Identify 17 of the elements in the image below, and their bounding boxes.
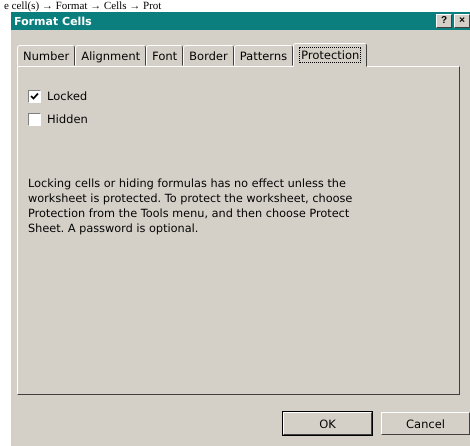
tab[interactable]: Protection [293,43,368,67]
info-text: Locking cells or hiding formulas has no effect unless the worksheet is protected. To protect the worksheet, choose Protection from the Tools menu, and then choose Protect Sheet. A password is optional. [28,176,354,236]
close-button[interactable]: × [454,14,470,28]
checkbox[interactable] [28,112,41,126]
cancel-button[interactable]: Cancel [381,412,470,435]
tab[interactable]: Alignment [75,45,146,66]
window-title: Format Cells [14,14,92,28]
checkbox-label[interactable]: Hidden [47,112,88,126]
tab[interactable]: Font [146,45,184,66]
tab[interactable]: Border [183,45,234,66]
tab[interactable]: Patterns [234,45,294,66]
help-button[interactable]: ? [436,14,452,28]
ok-button[interactable]: OK [283,412,372,435]
tab[interactable]: Number [17,45,76,66]
checkbox-label[interactable]: Locked [47,89,88,103]
checkbox[interactable] [28,90,41,102]
document-text: e cell(s) → Format → Cells → Prot [3,0,162,12]
